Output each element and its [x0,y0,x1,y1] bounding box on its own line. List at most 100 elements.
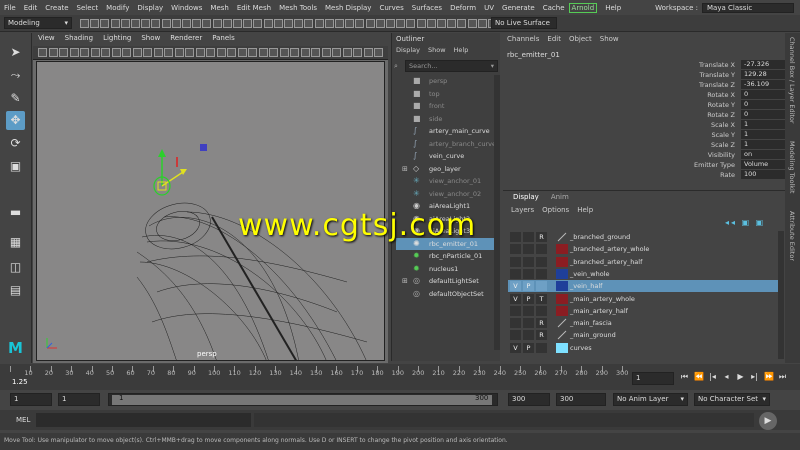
status-line-icon[interactable] [375,19,385,28]
menu-curves[interactable]: Curves [375,4,407,12]
layout-single-icon[interactable]: ▬ [6,203,25,222]
viewport-toolbar-icon[interactable] [290,48,299,57]
channel-value[interactable]: -36.109 [741,80,785,89]
status-line-icon[interactable] [263,19,273,28]
layer-row[interactable]: V P _vein_half [508,280,778,293]
outliner-item[interactable]: ⊞ ◎ defaultLightSet [396,275,496,287]
layer-toggle-p[interactable] [523,305,534,316]
menu-mesh-display[interactable]: Mesh Display [321,4,375,12]
status-line-icon[interactable] [80,19,89,28]
viewport-toolbar-icon[interactable] [80,48,89,57]
layer-toggle-p[interactable] [523,256,534,267]
layer-toggle-p[interactable]: P [523,293,534,304]
tab-attribute-editor[interactable]: Attribute Editor [788,211,796,261]
layer-color-swatch[interactable] [556,281,568,292]
channel-value[interactable]: on [741,150,785,159]
status-line-icon[interactable] [406,19,416,28]
channel-row[interactable]: Visibility on [503,150,785,160]
status-line-icon[interactable] [365,19,375,28]
status-line-icon[interactable] [386,19,395,28]
viewport-toolbar-icon[interactable] [321,48,331,57]
layer-toggle-p[interactable] [523,244,534,255]
outliner-item[interactable]: ■ side [396,113,496,125]
channel-value[interactable]: Volume [741,160,785,169]
outliner-item[interactable]: ✹ rbc_nParticle_01 [396,250,496,262]
layer-toggle-v[interactable] [510,232,521,242]
viewport-menu-panels[interactable]: Panels [207,33,240,46]
move-tool-icon[interactable]: ✥ [6,111,25,130]
status-line-icon[interactable] [202,19,212,28]
outliner-item[interactable]: ∫ artery_main_curve [396,125,496,137]
layer-row[interactable]: _vein_whole [508,268,778,280]
range-slider[interactable]: 1 300 [108,393,498,406]
viewport-toolbar-icon[interactable] [311,48,320,57]
viewport-menu-view[interactable]: View [33,33,60,46]
layer-color-swatch[interactable] [556,305,568,316]
viewport-toolbar-icon[interactable] [48,48,58,57]
layer-toggle-v[interactable] [510,244,521,255]
layer-toggle-r[interactable]: R [536,330,547,341]
viewport-toolbar-icon[interactable] [59,48,68,57]
layer-color-swatch[interactable] [556,342,568,353]
status-line-icon[interactable] [396,19,406,28]
outliner-item[interactable]: ∫ vein_curve [396,150,496,162]
layer-toggle-v[interactable]: V [510,281,521,292]
channel-value[interactable]: 129.28 [741,70,785,79]
outliner-item[interactable]: ✹ nucleus1 [396,263,496,275]
workspace-dropdown[interactable]: Maya Classic [702,2,794,13]
channel-row[interactable]: Rotate Y 0 [503,100,785,110]
layer-toggle-v[interactable]: V [510,293,521,304]
status-line-icon[interactable] [345,19,355,28]
status-line-icon[interactable] [182,19,191,28]
outliner-item[interactable]: ■ persp [396,75,496,87]
end-time-field[interactable]: 300 [556,393,606,406]
channel-row[interactable]: Rate 100 [503,170,785,180]
menu-edit[interactable]: Edit [20,4,42,12]
status-line-icon[interactable] [294,19,304,28]
layer-toggle-v[interactable] [510,330,521,341]
channel-menu-object[interactable]: Object [565,35,596,47]
status-line-icon[interactable] [171,19,181,28]
layer-color-swatch[interactable] [556,232,568,242]
viewport-toolbar-icon[interactable] [174,48,184,57]
playback-button-icon[interactable]: ⏮ [680,372,689,381]
menu-select[interactable]: Select [73,4,103,12]
channel-row[interactable]: Translate Y 129.28 [503,70,785,80]
outliner-item[interactable]: ■ front [396,100,496,112]
status-line-icon[interactable] [120,19,130,28]
menu-mesh[interactable]: Mesh [206,4,232,12]
channel-row[interactable]: Scale Y 1 [503,130,785,140]
channel-menu-show[interactable]: Show [596,35,623,47]
channel-value[interactable]: -27.326 [741,60,785,69]
layer-toggle-p[interactable] [523,268,534,279]
viewport-toolbar-icon[interactable] [122,48,131,57]
layer-toggle-p[interactable] [523,330,534,341]
playback-button-icon[interactable]: ▶ [736,372,745,381]
layer-row[interactable]: R _main_ground [508,329,778,341]
viewport-toolbar-icon[interactable] [374,48,383,57]
layer-color-swatch[interactable] [556,330,568,340]
layer-toggle-v[interactable] [510,268,521,279]
viewport-toolbar-icon[interactable] [342,48,352,57]
layer-toggle-v[interactable]: V [510,342,521,353]
menu-cache[interactable]: Cache [539,4,569,12]
viewport-toolbar-icon[interactable] [237,48,247,57]
lasso-tool-icon[interactable]: ⤳ [6,66,25,85]
outliner-item[interactable]: ■ top [396,88,496,100]
menu-file[interactable]: File [0,4,20,12]
viewport-toolbar-icon[interactable] [69,48,79,57]
status-line-icon[interactable] [335,19,344,28]
playback-button-icon[interactable]: |◂ [708,372,717,381]
viewport-toolbar-icon[interactable] [153,48,163,57]
layer-row[interactable]: V P T _main_artery_whole [508,293,778,305]
playback-start-field[interactable]: 1 [58,393,100,406]
status-line-icon[interactable] [355,19,365,28]
menu-set-dropdown[interactable]: Modeling ▾ [4,17,72,29]
viewport-toolbar-icon[interactable] [363,48,373,57]
status-line-icon[interactable] [253,19,263,28]
move-manipulator[interactable] [153,144,207,196]
layer-toggle-r[interactable] [536,342,547,353]
channel-row[interactable]: Rotate Z 0 [503,110,785,120]
viewport-toolbar-icon[interactable] [248,48,257,57]
viewport-toolbar-icon[interactable] [300,48,310,57]
